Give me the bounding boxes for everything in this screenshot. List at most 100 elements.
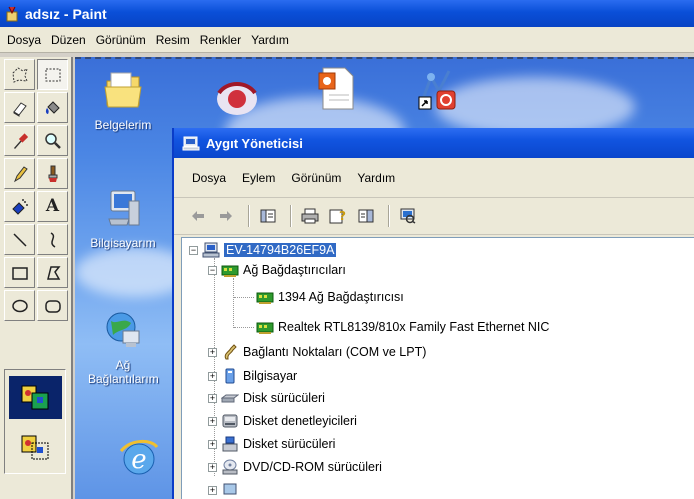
paint-title-bar[interactable]: adsız - Paint <box>0 0 694 27</box>
desktop-icon-label: Bilgisayarım <box>90 236 156 250</box>
menu-gorunum[interactable]: Görünüm <box>91 33 151 47</box>
tree-root-label: EV-14794B26EF9A <box>224 243 337 257</box>
svg-text:e: e <box>131 445 146 475</box>
pencil-icon[interactable] <box>4 158 35 189</box>
tree-category-label: Ağ Bağdaştırıcıları <box>243 263 346 277</box>
dm-menu-gorunum[interactable]: Görünüm <box>283 171 349 185</box>
brush-icon[interactable] <box>37 158 68 189</box>
collapse-toggle[interactable]: − <box>189 245 198 255</box>
tree-category-label: Bağlantı Noktaları (COM ve LPT) <box>243 345 427 359</box>
tree-connector <box>234 327 254 328</box>
desktop-icon-bilgisayarim[interactable]: Bilgisayarım <box>78 185 168 250</box>
network-adapter-icon <box>256 292 274 304</box>
expand-toggle[interactable]: + <box>208 416 217 426</box>
my-documents-icon <box>104 72 142 108</box>
svg-text:?: ? <box>339 209 346 223</box>
airbrush-icon[interactable] <box>4 191 35 222</box>
toolbar-separator <box>290 205 292 227</box>
port-icon <box>224 344 237 360</box>
powerpoint-file-icon[interactable] <box>317 65 357 114</box>
fill-bucket-icon[interactable] <box>37 92 68 123</box>
menu-dosya[interactable]: Dosya <box>2 33 46 47</box>
help-icon[interactable]: ? <box>326 205 350 227</box>
expand-toggle[interactable]: + <box>208 347 217 357</box>
tree-category-floppy-drives[interactable]: + Disket sürücüleri <box>208 434 335 454</box>
tree-category-label: Disk sürücüleri <box>243 391 325 405</box>
polygon-icon[interactable] <box>37 257 68 288</box>
my-computer-icon <box>108 190 140 226</box>
properties-view-icon[interactable] <box>256 205 280 227</box>
expand-toggle[interactable]: + <box>208 485 217 495</box>
tree-category-partial[interactable]: + <box>208 480 243 499</box>
internet-explorer-icon[interactable]: e <box>117 435 161 482</box>
print-icon[interactable] <box>298 205 322 227</box>
scan-hardware-icon[interactable] <box>396 205 420 227</box>
tree-connector <box>233 278 234 328</box>
expand-toggle[interactable]: + <box>208 371 217 381</box>
eraser-icon[interactable] <box>4 92 35 123</box>
tree-category-disk-drives[interactable]: + Disk sürücüleri <box>208 388 325 408</box>
console-tree-icon[interactable] <box>354 205 378 227</box>
dm-menu-eylem[interactable]: Eylem <box>234 171 283 185</box>
tree-root-node[interactable]: − EV-14794B26EF9A <box>189 240 337 260</box>
computer-category-icon <box>225 368 235 384</box>
dm-menu-dosya[interactable]: Dosya <box>184 171 234 185</box>
tree-category-ports[interactable]: + Bağlantı Noktaları (COM ve LPT) <box>208 342 426 362</box>
expand-toggle[interactable]: + <box>208 393 217 403</box>
device-manager-menu-bar: Dosya Eylem Görünüm Yardım <box>174 158 694 198</box>
desktop-icon-label: Belgelerim <box>94 118 152 132</box>
menu-resim[interactable]: Resim <box>151 33 195 47</box>
ellipse-icon[interactable] <box>4 290 35 321</box>
curve-icon[interactable] <box>37 224 68 255</box>
tree-category-dvd-cdrom[interactable]: + DVD/CD-ROM sürücüleri <box>208 457 382 477</box>
rounded-rectangle-icon[interactable] <box>37 290 68 321</box>
text-icon[interactable]: A <box>37 191 68 222</box>
tree-device-1394-adapter[interactable]: 1394 Ağ Bağdaştırıcısı <box>256 287 404 307</box>
paint-window-title: adsız - Paint <box>25 5 107 22</box>
device-manager-toolbar: ? <box>174 198 694 235</box>
tree-category-computer[interactable]: + Bilgisayar <box>208 366 297 386</box>
dm-menu-yardim[interactable]: Yardım <box>349 171 403 185</box>
device-tree[interactable]: − EV-14794B26EF9A − Ağ Bağdaştırıcıları <box>181 237 694 499</box>
network-shortcut-icon[interactable] <box>415 69 461 116</box>
opaque-selection-option[interactable] <box>9 376 62 419</box>
tree-category-label: Disket denetleyicileri <box>243 414 357 428</box>
menu-renkler[interactable]: Renkler <box>195 33 246 47</box>
magnifier-icon[interactable] <box>37 125 68 156</box>
device-manager-app-icon <box>182 136 200 151</box>
color-picker-icon[interactable] <box>4 125 35 156</box>
paint-app-icon <box>4 6 20 22</box>
back-icon[interactable] <box>186 205 210 227</box>
menu-duzen[interactable]: Düzen <box>46 33 91 47</box>
device-manager-title: Aygıt Yöneticisi <box>206 135 303 151</box>
network-adapter-icon <box>221 265 239 277</box>
tree-category-label: Disket sürücüleri <box>243 437 336 451</box>
tree-category-network-adapters[interactable]: − Ağ Bağdaştırıcıları <box>208 260 346 280</box>
line-icon[interactable] <box>4 224 35 255</box>
free-form-select-icon[interactable] <box>4 59 35 90</box>
tree-category-floppy-controllers[interactable]: + Disket denetleyicileri <box>208 411 357 431</box>
desktop-icon-ag-baglantilarim[interactable]: Ağ Bağlantılarım <box>78 307 168 386</box>
expand-toggle[interactable]: + <box>208 439 217 449</box>
computer-node-icon <box>202 242 220 258</box>
transparent-selection-option[interactable] <box>9 426 62 469</box>
collapse-toggle[interactable]: − <box>208 265 217 275</box>
rectangle-select-icon[interactable] <box>37 59 68 90</box>
tree-device-label: Realtek RTL8139/810x Family Fast Etherne… <box>278 320 550 334</box>
menu-yardim[interactable]: Yardım <box>246 33 294 47</box>
tree-category-label: Bilgisayar <box>243 369 298 383</box>
desktop-icon-belgelerim[interactable]: Belgelerim <box>78 67 168 132</box>
forward-icon[interactable] <box>214 205 238 227</box>
device-manager-title-bar[interactable]: Aygıt Yöneticisi <box>174 128 694 158</box>
device-category-icon <box>223 483 237 495</box>
floppy-controller-icon <box>222 414 238 428</box>
disk-drive-icon <box>221 394 239 403</box>
toolbar-separator <box>388 205 390 227</box>
network-adapter-icon <box>256 322 274 334</box>
network-places-icon <box>106 312 140 347</box>
rectangle-icon[interactable] <box>4 257 35 288</box>
device-manager-window: Aygıt Yöneticisi Dosya Eylem Görünüm Yar… <box>172 128 694 499</box>
media-player-icon[interactable] <box>213 75 261 122</box>
expand-toggle[interactable]: + <box>208 462 217 472</box>
tree-device-realtek-nic[interactable]: Realtek RTL8139/810x Family Fast Etherne… <box>256 317 549 337</box>
